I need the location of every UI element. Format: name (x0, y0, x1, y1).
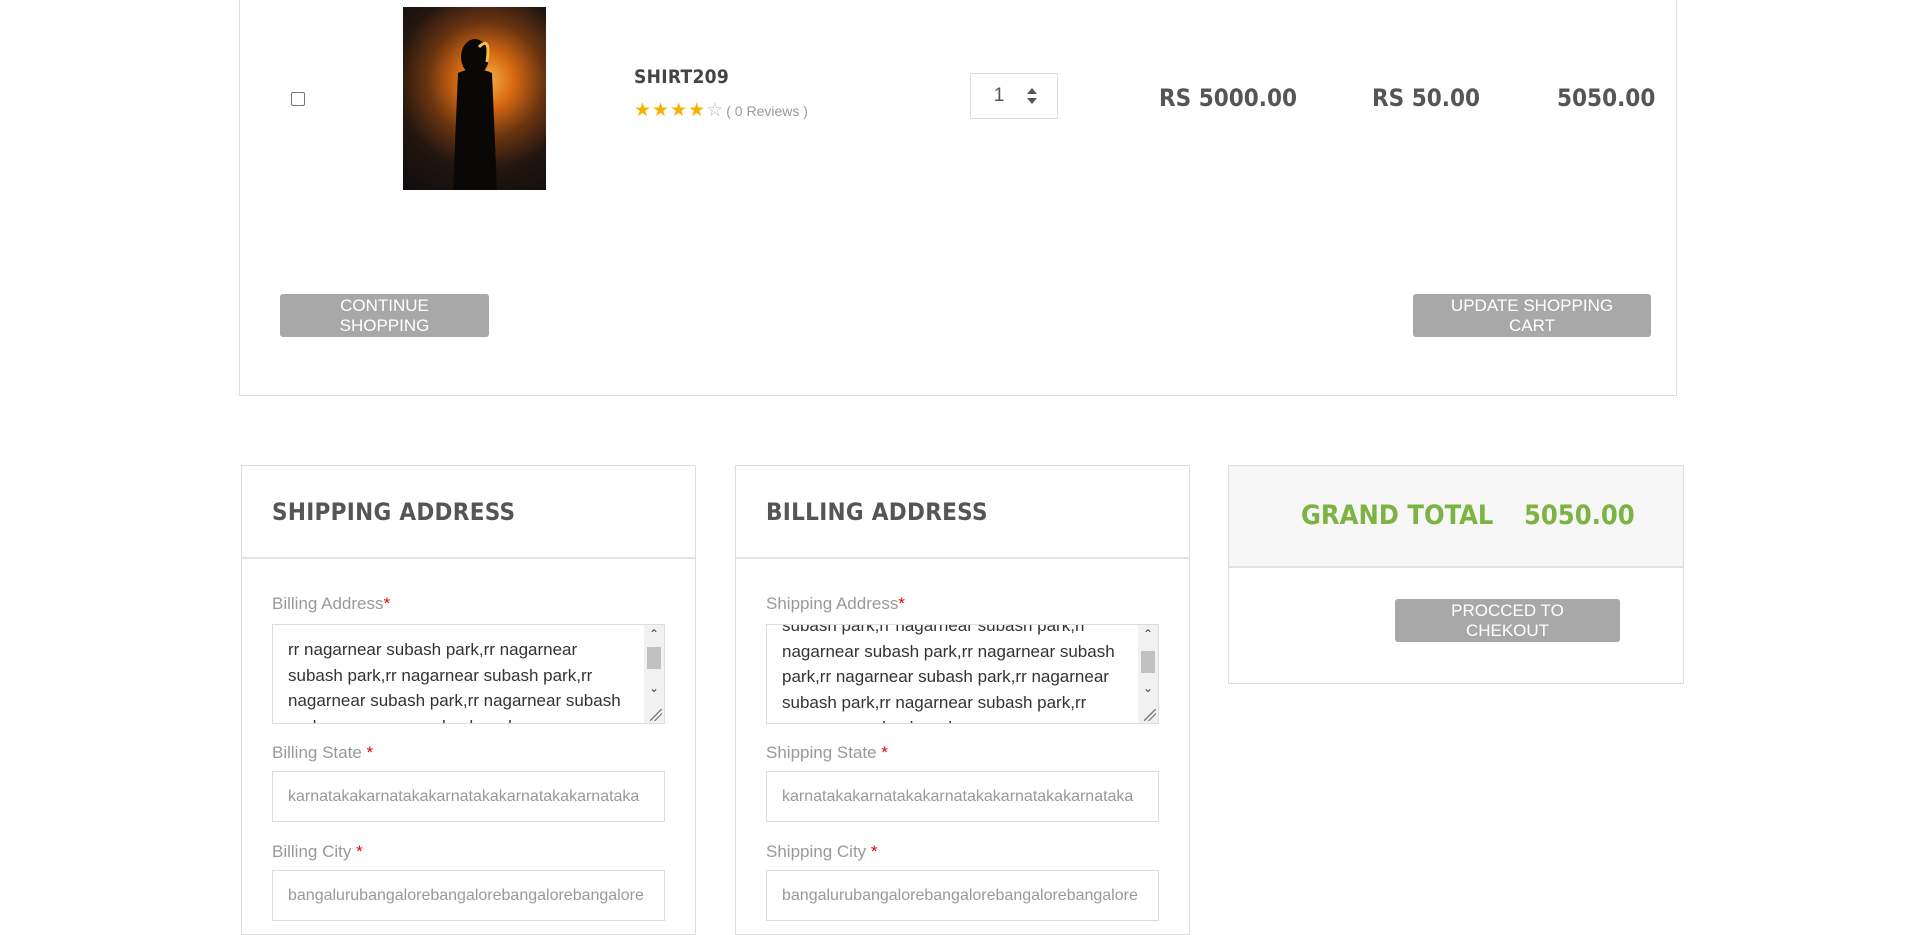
continue-shopping-button[interactable]: CONTINUE SHOPPING (280, 294, 489, 337)
product-name[interactable]: SHIRT209 (634, 66, 729, 88)
address-label: Billing Address* (272, 594, 390, 614)
state-label-text: Shipping State (766, 743, 877, 762)
billing-state-input[interactable]: karnatakakarnatakakarnatakakarnatakakarn… (272, 771, 665, 822)
required-marker: * (881, 743, 888, 762)
shipping-city-input[interactable]: bangalurubangalorebangalorebangalorebang… (766, 870, 1159, 921)
scroll-thumb[interactable] (1141, 651, 1155, 673)
star-empty-icon: ☆ (706, 100, 724, 121)
checkout-button[interactable]: PROCCED TO CHEKOUT (1395, 599, 1620, 642)
scroll-down-icon[interactable]: ⌄ (1138, 679, 1158, 697)
product-figure (453, 39, 497, 190)
panel-header: BILLING ADDRESS (736, 466, 1189, 559)
city-value[interactable]: bangalurubangalorebangalorebangalorebang… (288, 887, 651, 905)
state-label: Shipping State * (766, 743, 888, 763)
star-filled-icon: ★ (688, 100, 706, 121)
subtotal-price: 5050.00 (1557, 84, 1656, 112)
shipping-state-input[interactable]: karnatakakarnatakakarnatakakarnatakakarn… (766, 771, 1159, 822)
city-label: Shipping City * (766, 842, 878, 862)
decrement-arrow-icon[interactable] (1027, 98, 1037, 104)
address-text[interactable]: rr nagarnear subash park,rr nagarnear su… (288, 637, 624, 723)
state-label: Billing State * (272, 743, 373, 763)
state-value[interactable]: karnatakakarnatakakarnatakakarnatakakarn… (782, 788, 1145, 806)
quantity-stepper[interactable]: 1 (970, 73, 1058, 119)
shipping-address-textarea[interactable]: subash park,rr nagarnear subash park,rr … (766, 624, 1159, 724)
panel-title: SHIPPING ADDRESS (272, 498, 516, 526)
scroll-thumb[interactable] (647, 647, 661, 669)
order-summary-panel: GRAND TOTAL 5050.00 PROCCED TO CHEKOUT (1228, 465, 1684, 684)
address-text[interactable]: subash park,rr nagarnear subash park,rr … (782, 625, 1118, 723)
increment-arrow-icon[interactable] (1027, 88, 1037, 94)
shipping-price: RS 50.00 (1372, 84, 1480, 112)
grand-total-value: 5050.00 (1524, 500, 1635, 531)
city-label-text: Shipping City (766, 842, 867, 861)
panel-header: SHIPPING ADDRESS (242, 466, 695, 559)
scroll-down-icon[interactable]: ⌄ (644, 679, 664, 697)
grand-total-header: GRAND TOTAL 5050.00 (1229, 466, 1683, 568)
required-marker: * (870, 842, 878, 861)
update-cart-button[interactable]: UPDATE SHOPPING CART (1413, 294, 1651, 337)
address-label: Shipping Address* (766, 594, 905, 614)
quantity-value[interactable]: 1 (971, 85, 1027, 107)
select-item-checkbox[interactable] (291, 92, 305, 106)
state-value[interactable]: karnatakakarnatakakarnatakakarnatakakarn… (288, 788, 651, 806)
product-image[interactable] (403, 7, 546, 190)
required-marker: * (366, 743, 374, 762)
billing-address-textarea[interactable]: rr nagarnear subash park,rr nagarnear su… (272, 624, 665, 724)
city-label: Billing City * (272, 842, 363, 862)
star-filled-icon: ★ (652, 100, 670, 121)
panel-title: BILLING ADDRESS (766, 498, 988, 526)
star-filled-icon: ★ (634, 100, 652, 121)
product-rating: ★ ★ ★ ★ ☆ ( 0 Reviews ) (634, 101, 808, 120)
address-label-text: Billing Address (272, 594, 384, 613)
billing-address-panel: BILLING ADDRESS Shipping Address* subash… (735, 465, 1190, 935)
required-marker: * (356, 842, 363, 861)
quantity-arrows (1027, 88, 1037, 104)
grand-total-label: GRAND TOTAL (1301, 500, 1494, 531)
resize-grip-icon[interactable] (1144, 709, 1156, 721)
shipping-address-panel: SHIPPING ADDRESS Billing Address* rr nag… (241, 465, 696, 935)
city-value[interactable]: bangalurubangalorebangalorebangalorebang… (782, 887, 1145, 905)
required-marker: * (898, 594, 905, 613)
unit-price: RS 5000.00 (1159, 84, 1298, 112)
state-label-text: Billing State (272, 743, 362, 762)
address-label-text: Shipping Address (766, 594, 899, 613)
scroll-up-icon[interactable]: ⌃ (1138, 625, 1158, 643)
billing-city-input[interactable]: bangalurubangalorebangalorebangalorebang… (272, 870, 665, 921)
city-label-text: Billing City (272, 842, 352, 861)
scroll-up-icon[interactable]: ⌃ (644, 625, 664, 643)
reviews-count[interactable]: ( 0 Reviews ) (726, 103, 808, 119)
resize-grip-icon[interactable] (650, 709, 662, 721)
star-filled-icon: ★ (670, 100, 688, 121)
required-marker: * (383, 594, 391, 613)
